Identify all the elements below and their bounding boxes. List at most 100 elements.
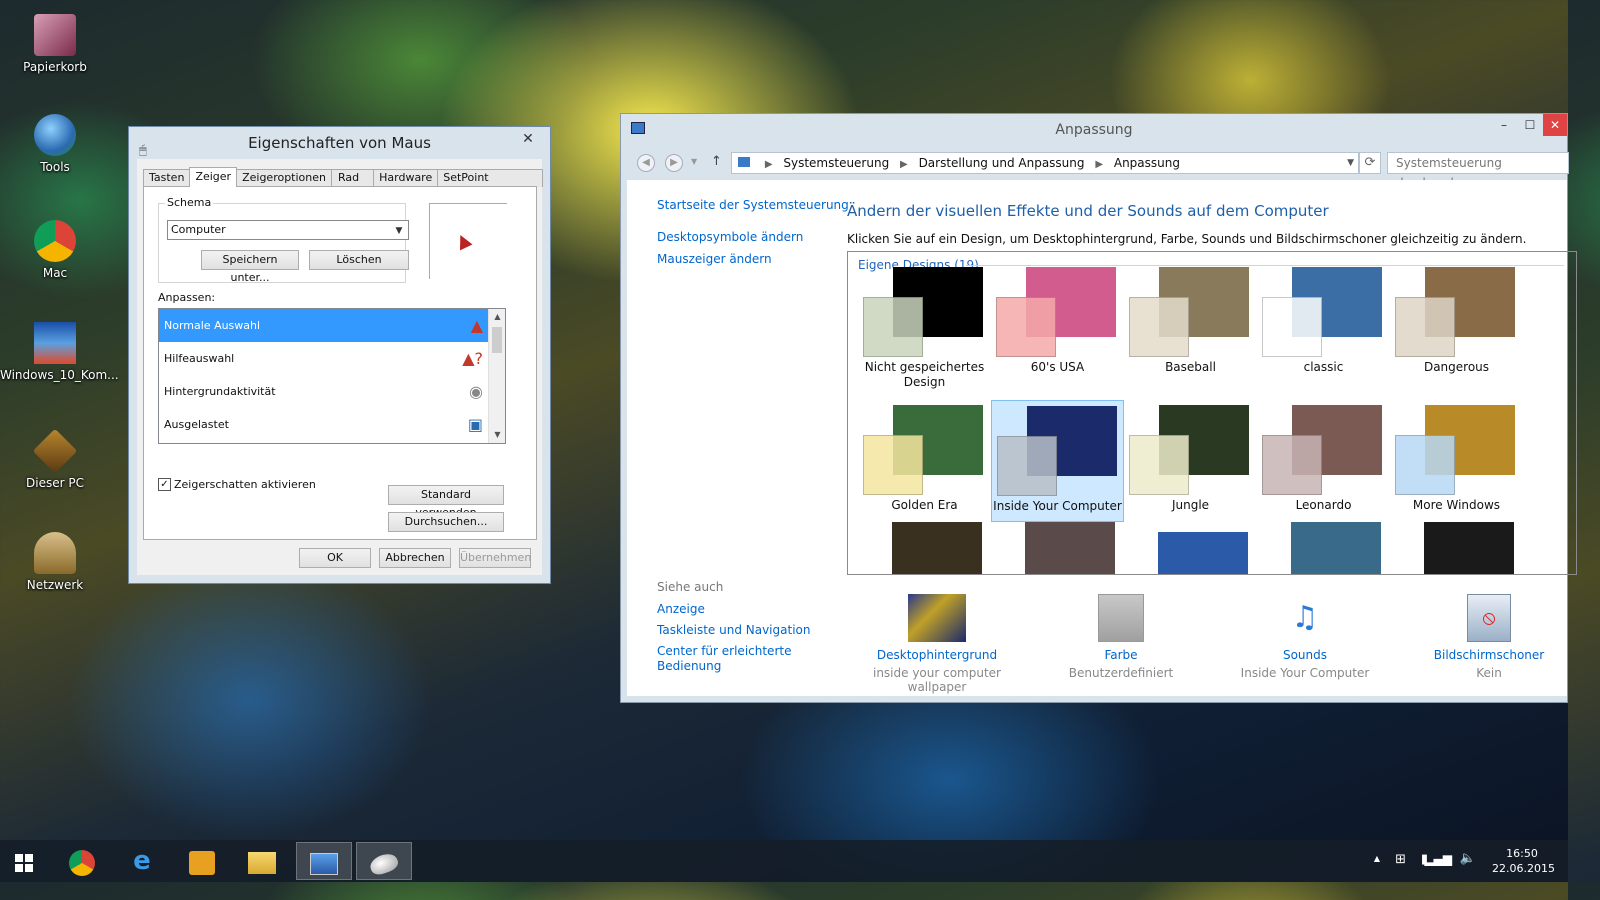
scheme-select[interactable]: Computer ▼	[167, 220, 409, 240]
close-button[interactable]: ✕	[1543, 114, 1567, 136]
desktop-icon-tools[interactable]: Tools	[0, 114, 110, 174]
mouse-properties-dialog: 🖱 Eigenschaften von Maus ✕ Tasten Zeiger…	[128, 126, 551, 584]
wallpaper-thumbnail-icon	[908, 594, 966, 642]
taskbar-file-explorer[interactable]	[234, 842, 290, 880]
control-panel-icon	[738, 157, 750, 167]
desktop-icon-label: Netzwerk	[26, 578, 84, 592]
maximize-button[interactable]: ☐	[1515, 114, 1545, 136]
tab-buttons[interactable]: Tasten	[143, 169, 191, 187]
theme-tile[interactable]: Golden Era	[858, 400, 991, 522]
theme-tile[interactable]: classic	[1257, 262, 1390, 384]
save-as-button[interactable]: Speichern unter...	[201, 250, 299, 284]
dialog-titlebar[interactable]: 🖱 Eigenschaften von Maus ✕	[129, 127, 550, 159]
close-button[interactable]: ✕	[510, 129, 546, 149]
sidebar-link-mouse-pointers[interactable]: Mauszeiger ändern	[657, 252, 849, 266]
color-setting[interactable]: Farbe Benutzerdefiniert	[1041, 594, 1201, 680]
see-also-taskbar[interactable]: Taskleiste und Navigation	[657, 623, 827, 637]
tab-setpoint[interactable]: SetPoint Settings	[437, 169, 543, 200]
theme-thumbnail[interactable]	[892, 522, 982, 574]
see-also-display[interactable]: Anzeige	[657, 602, 827, 616]
theme-thumbnail[interactable]	[1424, 522, 1514, 574]
chevron-down-icon[interactable]: ▼	[489, 427, 505, 443]
use-default-button[interactable]: Standard verwenden	[388, 485, 504, 519]
theme-tile[interactable]: More Windows	[1390, 400, 1523, 522]
volume-icon[interactable]: 🔈	[1460, 851, 1476, 866]
sidebar-link-home[interactable]: Startseite der Systemsteuerung	[657, 198, 849, 212]
theme-tile[interactable]: 60's USA	[991, 262, 1124, 384]
cursor-row-help[interactable]: Hilfeauswahl ▲?	[159, 342, 505, 375]
cursor-row-normal[interactable]: Normale Auswahl ▲	[159, 309, 505, 342]
chevron-up-icon[interactable]: ▲	[489, 309, 505, 325]
theme-tile[interactable]: Leonardo	[1257, 400, 1390, 522]
ok-button[interactable]: OK	[299, 548, 371, 568]
back-arrow-icon[interactable]: ◀	[637, 154, 655, 172]
taskbar-control-panel[interactable]	[296, 842, 352, 880]
tab-hardware[interactable]: Hardware	[373, 169, 439, 187]
theme-tile[interactable]: Inside Your Computer	[991, 400, 1124, 522]
theme-tile[interactable]: Dangerous	[1390, 262, 1523, 384]
desktop-icon-mac[interactable]: Mac	[0, 220, 110, 280]
taskbar-mouse-properties[interactable]	[356, 842, 412, 880]
forward-arrow-icon[interactable]: ▶	[665, 154, 683, 172]
search-input[interactable]: Systemsteuerung durchsuchen	[1387, 152, 1569, 190]
chrome-icon	[34, 220, 76, 262]
cursor-row-background[interactable]: Hintergrundaktivität ◉	[159, 375, 505, 408]
globe-icon	[34, 114, 76, 156]
see-also-ease-of-access[interactable]: Center für erleichterte Bedienung	[657, 644, 797, 674]
cursor-row-busy[interactable]: Ausgelastet ▣	[159, 408, 505, 441]
window-titlebar[interactable]: Anpassung – ☐ ✕	[621, 114, 1567, 146]
scroll-thumb[interactable]	[492, 327, 502, 353]
apply-button[interactable]: Übernehmen	[459, 548, 531, 568]
clock[interactable]: 16:50 22.06.2015	[1492, 846, 1555, 876]
windows-flag-icon[interactable]: ⊞	[1395, 852, 1406, 867]
setting-subtitle: Kein	[1476, 666, 1502, 680]
desktop-icon-windows10[interactable]: Windows_10_Kom...	[0, 322, 119, 382]
clock-date: 22.06.2015	[1492, 862, 1555, 875]
desktop-background-setting[interactable]: Desktophintergrund inside your computer …	[857, 594, 1017, 694]
address-bar[interactable]: ▶ Systemsteuerung ▶ Darstellung und Anpa…	[731, 152, 1359, 174]
theme-thumbnail[interactable]	[1291, 522, 1381, 574]
theme-thumbnail[interactable]	[1025, 522, 1115, 574]
tab-pointers[interactable]: Zeiger	[189, 167, 238, 187]
cursor-preview: ▲	[429, 203, 507, 279]
breadcrumb-separator: ▶	[764, 159, 773, 170]
theme-tile[interactable]: Baseball	[1124, 262, 1257, 384]
refresh-button[interactable]: ⟳	[1359, 152, 1381, 174]
theme-tile[interactable]: Jungle	[1124, 400, 1257, 522]
desktop-icon-this-pc[interactable]: Dieser PC	[0, 428, 110, 490]
desktop-icon-recycle-bin[interactable]: Papierkorb	[0, 14, 110, 74]
theme-color-swatch	[1395, 297, 1455, 357]
chrome-icon	[69, 849, 95, 876]
taskbar-outlook[interactable]	[174, 842, 230, 880]
list-scrollbar[interactable]: ▲ ▼	[488, 309, 505, 443]
outlook-icon	[189, 850, 215, 875]
up-arrow-icon[interactable]: ↑	[711, 154, 722, 169]
theme-tile[interactable]: Nicht gespeichertes Design	[858, 262, 991, 389]
chevron-down-icon[interactable]: ▼	[691, 157, 697, 166]
setting-title: Farbe	[1104, 648, 1138, 662]
screensaver-setting[interactable]: ⦸ Bildschirmschoner Kein	[1409, 594, 1569, 680]
tab-wheel[interactable]: Rad	[331, 169, 375, 187]
start-button[interactable]	[0, 842, 52, 880]
delete-button[interactable]: Löschen	[309, 250, 409, 270]
breadcrumb-separator: ▶	[900, 159, 908, 170]
chevron-up-icon[interactable]: ▲	[1374, 854, 1380, 863]
browse-button[interactable]: Durchsuchen...	[388, 512, 504, 532]
breadcrumb-personalization[interactable]: Anpassung	[1114, 156, 1180, 170]
taskbar-chrome[interactable]	[54, 842, 110, 880]
taskbar-internet-explorer[interactable]: e	[114, 842, 170, 880]
sounds-setting[interactable]: ♫ Sounds Inside Your Computer	[1225, 594, 1385, 680]
desktop-icon-network[interactable]: Netzwerk	[0, 532, 110, 592]
cursor-list[interactable]: Normale Auswahl ▲ Hilfeauswahl ▲? Hinter…	[158, 308, 506, 444]
tab-pointer-options[interactable]: Zeigeroptionen	[236, 169, 332, 187]
breadcrumb-appearance[interactable]: Darstellung und Anpassung	[919, 156, 1085, 170]
breadcrumb-control-panel[interactable]: Systemsteuerung	[783, 156, 889, 170]
pointer-shadow-checkbox[interactable]: ✓ Zeigerschatten aktivieren	[158, 478, 316, 491]
chevron-down-icon[interactable]: ▼	[1347, 153, 1354, 173]
theme-thumbnail[interactable]	[1158, 532, 1248, 574]
cancel-button[interactable]: Abbrechen	[379, 548, 451, 568]
sidebar-link-desktop-icons[interactable]: Desktopsymbole ändern	[657, 230, 849, 244]
breadcrumb-separator: ▶	[1095, 159, 1104, 170]
monitor-cursor-icon: ▣	[467, 415, 483, 434]
signal-icon[interactable]: ▂▄▆	[1424, 852, 1452, 866]
